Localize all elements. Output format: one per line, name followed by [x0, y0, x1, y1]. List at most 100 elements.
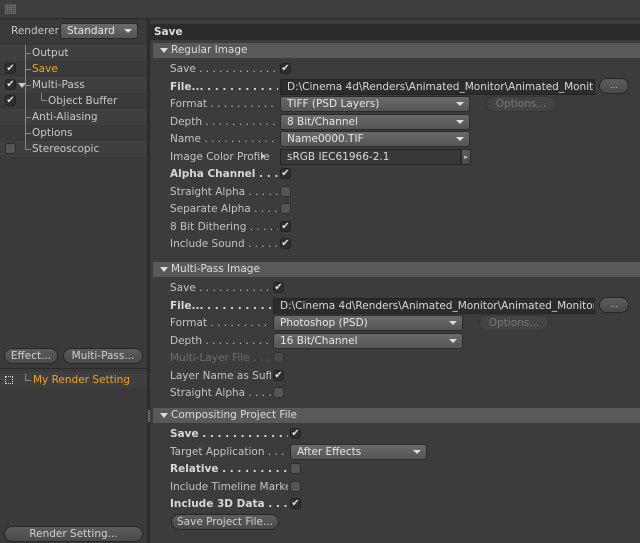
tree-connector: [25, 45, 26, 149]
name-select[interactable]: Name0000.TIF: [280, 131, 470, 147]
field-label: Multi-Layer File . . . . . . . . . . . .…: [170, 352, 271, 364]
tree-item-save[interactable]: ✔ Save: [0, 61, 147, 77]
checkbox[interactable]: ✔: [5, 79, 16, 90]
field-label: Depth . . . . . . . . . . . . . . . . . …: [170, 334, 271, 347]
checkbox[interactable]: ✔: [5, 95, 16, 106]
tree-item-label: Save: [32, 63, 58, 75]
field-label: Layer Name as Suffix: [170, 369, 271, 382]
target-icon: [5, 376, 13, 384]
relative-checkbox[interactable]: [290, 463, 301, 474]
section-title: Multi-Pass Image: [171, 263, 260, 275]
chevron-down-icon: [413, 449, 421, 454]
expand-triangle-icon: [160, 267, 168, 272]
format-select[interactable]: Photoshop (PSD): [273, 315, 463, 331]
chevron-down-icon: [449, 338, 457, 343]
options-button: Options...: [486, 96, 556, 112]
save-checkbox[interactable]: ✔: [280, 63, 291, 74]
multi-layer-file-checkbox: [273, 352, 284, 363]
tree-item-multi-pass[interactable]: ✔ Multi-Pass: [0, 77, 147, 93]
field-label: Depth . . . . . . . . . . . . . . . . . …: [170, 115, 278, 128]
field-label: File... . . . . . . . . . . . . . . . . …: [170, 80, 278, 93]
field-label: Include Timeline Marker: [170, 480, 288, 493]
tree-item-label: Anti-Aliasing: [32, 111, 98, 123]
field-label: Include Sound . . . . . . . . . . . . . …: [170, 238, 278, 250]
title-bar: [0, 0, 640, 19]
renderer-label: Renderer: [11, 25, 59, 37]
effect-button[interactable]: Effect...: [4, 348, 58, 364]
8-bit-dithering-checkbox[interactable]: ✔: [280, 220, 291, 232]
right-panel: Save Regular Image Save . . . . . . . . .…: [150, 20, 640, 543]
tree-item-options[interactable]: Options: [0, 125, 147, 141]
depth-select[interactable]: 8 Bit/Channel: [280, 113, 470, 130]
field-label: Straight Alpha . . . . . . . . . . . . .…: [170, 387, 271, 399]
field-label: Separate Alpha . . . . . . . . . . . . .…: [170, 203, 278, 215]
render-setting-name: My Render Setting: [33, 374, 130, 386]
tree-item-label: Multi-Pass: [32, 79, 85, 91]
field-label: Target Application . . . . . . . . . . .…: [170, 445, 288, 458]
chevron-down-icon: [449, 321, 457, 325]
tree-line: [25, 374, 31, 381]
format-select[interactable]: TIFF (PSD Layers): [280, 96, 470, 112]
profile-arrow-button[interactable]: ▸: [461, 148, 471, 165]
field-label: File... . . . . . . . . . . . . . . . . …: [170, 299, 271, 312]
target-application-select[interactable]: After Effects: [290, 443, 427, 460]
tree-line: [41, 93, 47, 101]
browse-button[interactable]: ...: [599, 77, 629, 94]
field-label: Format . . . . . . . . . . . . . . . . .…: [170, 317, 271, 329]
color-profile-field[interactable]: sRGB IEC61966-2.1: [280, 148, 461, 165]
tree-item-label: Output: [32, 47, 69, 59]
field-label: Save . . . . . . . . . . . . . . . . . .…: [170, 63, 278, 75]
tree-item-anti-aliasing[interactable]: Anti-Aliasing: [0, 109, 147, 125]
select-value: Name0000.TIF: [287, 133, 364, 145]
renderer-select[interactable]: Standard: [60, 23, 138, 39]
expand-arrow-icon[interactable]: [261, 152, 265, 159]
tree-item-label: Stereoscopic: [32, 143, 100, 155]
file-path-input[interactable]: D:\Cinema 4d\Renders\Animated_Monitor\An…: [273, 297, 595, 314]
field-label: Relative . . . . . . . . . . . . . . . .…: [170, 463, 288, 475]
include-sound-checkbox[interactable]: ✔: [280, 238, 291, 249]
include-timeline-marker-checkbox[interactable]: [290, 480, 301, 492]
alpha-channel-checkbox[interactable]: ✔: [280, 168, 291, 179]
include-3d-data-checkbox[interactable]: ✔: [290, 498, 301, 509]
select-value: 8 Bit/Channel: [287, 115, 358, 128]
chevron-down-icon: [456, 119, 464, 124]
chevron-down-icon: [456, 102, 464, 106]
render-setting-button[interactable]: Render Setting...: [4, 526, 143, 542]
tree-item-output[interactable]: Output: [0, 45, 147, 61]
section-header[interactable]: Regular Image: [153, 43, 640, 58]
select-value: 16 Bit/Channel: [280, 334, 358, 347]
divider: [0, 368, 147, 369]
save-checkbox[interactable]: ✔: [290, 428, 301, 439]
render-setting-item[interactable]: My Render Setting: [0, 372, 147, 388]
depth-select[interactable]: 16 Bit/Channel: [273, 332, 463, 349]
select-value: Photoshop (PSD): [280, 317, 368, 329]
straight-alpha-checkbox[interactable]: [280, 185, 291, 197]
field-label: Format . . . . . . . . . . . . . . . . .…: [170, 98, 278, 110]
tree-item-stereoscopic[interactable]: Stereoscopic: [0, 141, 147, 157]
save-project-file-button[interactable]: Save Project File...: [171, 513, 279, 530]
tree-item-object-buffer[interactable]: ✔ Object Buffer: [0, 93, 147, 109]
layer-name-as-suffix-checkbox[interactable]: ✔: [273, 369, 284, 381]
section-title: Regular Image: [171, 44, 248, 56]
checkbox[interactable]: [5, 143, 16, 154]
section-header[interactable]: Multi-Pass Image: [153, 262, 640, 277]
field-label: Straight Alpha . . . . . . . . . . . . .…: [170, 185, 278, 198]
field-label: 8 Bit Dithering . . . . . . . . . . . . …: [170, 220, 278, 233]
browse-button[interactable]: ...: [599, 296, 629, 313]
expand-triangle-icon: [160, 413, 168, 418]
select-value: TIFF (PSD Layers): [287, 98, 380, 110]
save-checkbox[interactable]: ✔: [273, 282, 284, 293]
tree-item-label: Options: [32, 127, 73, 139]
grip-icon[interactable]: [5, 4, 16, 14]
select-value: After Effects: [297, 445, 362, 458]
straight-alpha-checkbox[interactable]: [273, 387, 284, 398]
panel-title: Save: [150, 24, 640, 40]
checkbox[interactable]: ✔: [5, 63, 16, 74]
file-path-input[interactable]: D:\Cinema 4d\Renders\Animated_Monitor\An…: [280, 78, 595, 95]
left-panel: Renderer Standard Output ✔ Save ✔ Multi-Pass…: [0, 20, 147, 543]
separate-alpha-checkbox[interactable]: [280, 203, 291, 214]
multipass-button[interactable]: Multi-Pass...: [63, 348, 143, 364]
field-label: Include 3D Data . . . . . . . . . . . . …: [170, 498, 288, 510]
expand-triangle-icon: [160, 48, 168, 53]
section-header[interactable]: Compositing Project File: [153, 408, 640, 423]
